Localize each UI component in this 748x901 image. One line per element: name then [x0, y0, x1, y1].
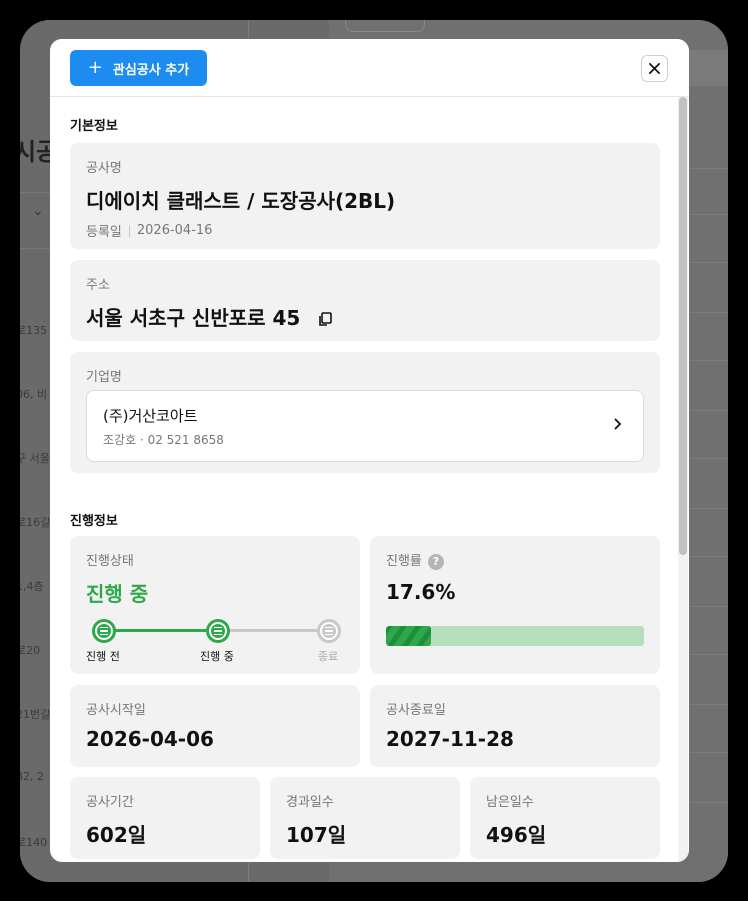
close-icon — [649, 63, 660, 74]
background-chevron-icon: ⌄ — [32, 203, 44, 219]
registration-label: 등록일 — [86, 225, 122, 240]
project-detail-modal: + 관심공사 추가 기본정보 공사명 디에이치 클래스트 / 도장공사(2BL) — [50, 39, 689, 862]
period-card: 공사기간 602일 — [70, 777, 260, 859]
progress-info-title: 진행정보 — [70, 514, 118, 529]
status-track-fill — [104, 629, 219, 632]
address-value: 서울 서초구 신반포로 45 — [86, 306, 301, 330]
address-card: 주소 서울 서초구 신반포로 45 — [70, 260, 660, 341]
company-name: (주)거산코아트 — [103, 407, 198, 425]
help-icon[interactable]: ? — [427, 553, 444, 570]
step-before-icon — [92, 619, 116, 643]
company-label: 기업명 — [86, 370, 122, 385]
remaining-value: 496일 — [486, 823, 547, 847]
progress-bar-fill — [386, 626, 432, 646]
company-contact: 조강호 · 02 521 8658 — [103, 433, 224, 447]
status-label: 진행상태 — [86, 554, 134, 569]
address-row: 서울 서초구 신반포로 45 — [86, 302, 333, 332]
close-button[interactable] — [641, 55, 668, 82]
device-frame: 시공 ⌄ 로135 06, 비 구 서울 로16길 1,4층 로20 21번길 … — [0, 0, 748, 901]
step-progress-label: 진행 중 — [200, 650, 234, 663]
background-row-text: 21번길 — [20, 708, 51, 721]
step-end-icon — [317, 619, 341, 643]
company-item[interactable]: (주)거산코아트 조강호 · 02 521 8658 — [86, 390, 644, 462]
background-row-text: 로16길 — [20, 516, 51, 529]
elapsed-card: 경과일수 107일 — [270, 777, 460, 859]
project-name-label: 공사명 — [86, 161, 122, 176]
elapsed-label: 경과일수 — [286, 795, 334, 810]
progress-rate-card: 진행률? 17.6% — [370, 536, 660, 674]
add-interest-project-button[interactable]: + 관심공사 추가 — [70, 50, 207, 86]
screen: 시공 ⌄ 로135 06, 비 구 서울 로16길 1,4층 로20 21번길 … — [20, 20, 728, 882]
end-date-label: 공사종료일 — [386, 703, 446, 718]
period-label: 공사기간 — [86, 795, 134, 810]
end-date-value: 2027-11-28 — [386, 727, 514, 751]
project-name-value: 디에이치 클래스트 / 도장공사(2BL) — [86, 189, 396, 213]
step-end-label: 종료 — [318, 650, 339, 663]
plus-icon: + — [87, 57, 103, 78]
background-row-text: 로20 — [20, 644, 41, 657]
background-row-text: 로140 — [20, 836, 48, 849]
end-date-card: 공사종료일 2027-11-28 — [370, 685, 660, 767]
start-date-label: 공사시작일 — [86, 703, 146, 718]
project-name-card: 공사명 디에이치 클래스트 / 도장공사(2BL) 등록일 2026-04-16 — [70, 143, 660, 249]
background-row-text: 구 서울 — [20, 452, 50, 465]
start-date-card: 공사시작일 2026-04-06 — [70, 685, 360, 767]
step-progress-icon — [206, 619, 230, 643]
add-button-label: 관심공사 추가 — [112, 62, 190, 78]
remaining-card: 남은일수 496일 — [470, 777, 660, 859]
background-row-text: 1,4층 — [20, 580, 44, 593]
progress-rate-label-row: 진행률? — [386, 550, 444, 570]
basic-info-title: 기본정보 — [70, 119, 118, 134]
status-value: 진행 중 — [86, 582, 149, 606]
modal-body: 기본정보 공사명 디에이치 클래스트 / 도장공사(2BL) 등록일 2026-… — [50, 97, 689, 862]
period-value: 602일 — [86, 823, 147, 847]
chevron-right-icon — [614, 418, 622, 430]
background-row-text: 82, 2 — [20, 770, 44, 783]
background-row-text: 로135 — [20, 324, 48, 337]
copy-icon[interactable] — [317, 308, 333, 332]
progress-bar — [386, 626, 644, 646]
remaining-label: 남은일수 — [486, 795, 534, 810]
company-card: 기업명 (주)거산코아트 조강호 · 02 521 8658 — [70, 352, 660, 473]
elapsed-value: 107일 — [286, 823, 347, 847]
background-row-text: 06, 비 — [20, 388, 48, 401]
modal-header: + 관심공사 추가 — [50, 39, 689, 97]
status-card: 진행상태 진행 중 진행 전 진행 중 종료 — [70, 536, 360, 674]
start-date-value: 2026-04-06 — [86, 727, 214, 751]
registration-date: 2026-04-16 — [136, 223, 213, 238]
step-before-label: 진행 전 — [86, 650, 120, 663]
progress-rate-label: 진행률 — [386, 554, 422, 569]
registration-info: 등록일 2026-04-16 — [86, 221, 212, 240]
progress-rate-value: 17.6% — [386, 580, 456, 604]
address-label: 주소 — [86, 278, 110, 293]
